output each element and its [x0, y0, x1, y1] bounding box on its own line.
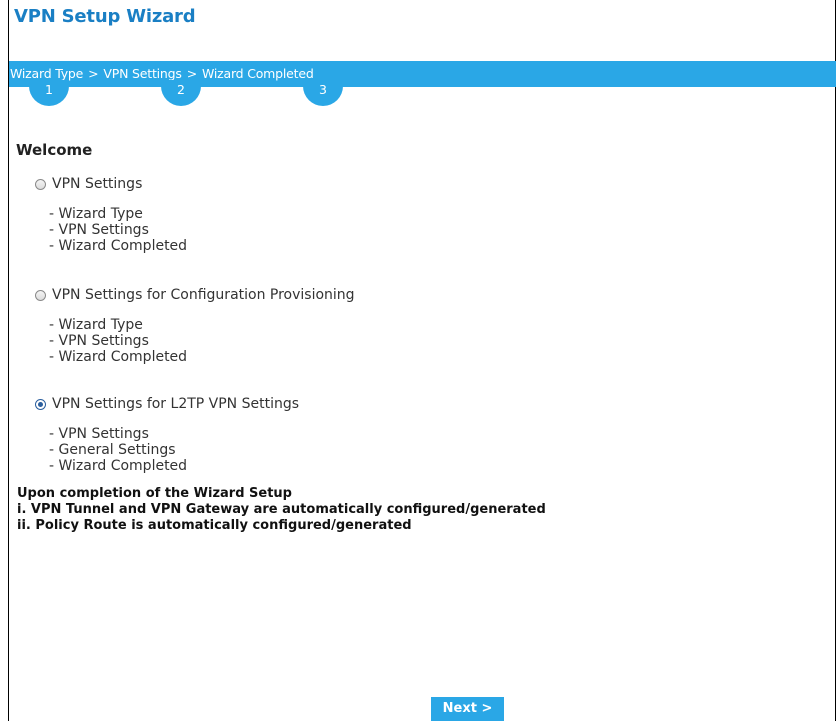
welcome-heading: Welcome	[16, 141, 93, 159]
substep-item: - General Settings	[49, 442, 176, 458]
step-label-wizard-type: Wizard Type	[10, 66, 84, 81]
wizard-step-bar: Wizard Type > VPN Settings > Wizard Complete…	[9, 61, 836, 87]
completion-notes: Upon completion of the Wizard Setup i. V…	[17, 486, 546, 534]
substep-item: - Wizard Completed	[49, 238, 188, 254]
radio-option-vpn-settings-l2tp[interactable]: VPN Settings for L2TP VPN Settings	[35, 396, 299, 412]
next-button[interactable]: Next >	[431, 697, 504, 721]
radio-button-vpn-settings-l2tp[interactable]	[35, 398, 46, 410]
radio-button-vpn-settings[interactable]	[35, 178, 46, 190]
radio-option-vpn-settings-config-provisioning[interactable]: VPN Settings for Configuration Provision…	[35, 287, 355, 303]
substep-item: - Wizard Completed	[49, 349, 188, 365]
substep-item: - VPN Settings	[49, 222, 149, 238]
completion-note-policy-route: ii. Policy Route is automatically config…	[17, 518, 412, 533]
step-number-1: 1	[29, 80, 69, 106]
wizard-breadcrumb: Wizard Type > VPN Settings > Wizard Complete…	[10, 66, 314, 81]
substep-item: - Wizard Completed	[49, 458, 188, 474]
substeps-vpn-settings-l2tp: - VPN Settings - General Settings - Wiza…	[49, 426, 187, 474]
completion-note-vpn-tunnel: i. VPN Tunnel and VPN Gateway are automa…	[17, 502, 546, 517]
radio-button-vpn-settings-config-provisioning[interactable]	[35, 289, 46, 301]
chevron-right-icon: >	[186, 66, 197, 81]
step-number-2: 2	[161, 80, 201, 106]
completion-heading: Upon completion of the Wizard Setup	[17, 486, 292, 501]
substep-item: - Wizard Type	[49, 317, 143, 333]
page-title: VPN Setup Wizard	[14, 6, 196, 27]
vpn-setup-wizard-window: VPN Setup Wizard Wizard Type > VPN Setting…	[8, 0, 836, 721]
radio-label-vpn-settings: VPN Settings	[52, 176, 143, 192]
step-label-wizard-completed: Wizard Completed	[201, 66, 314, 81]
radio-option-vpn-settings[interactable]: VPN Settings	[35, 176, 142, 192]
substeps-vpn-settings-config-provisioning: - Wizard Type - VPN Settings - Wizard Co…	[49, 317, 187, 365]
step-label-vpn-settings: VPN Settings	[103, 66, 182, 81]
chevron-right-icon: >	[88, 66, 99, 81]
radio-label-vpn-settings-l2tp: VPN Settings for L2TP VPN Settings	[52, 396, 300, 412]
substep-item: - VPN Settings	[49, 333, 149, 349]
radio-label-vpn-settings-config-provisioning: VPN Settings for Configuration Provision…	[52, 287, 355, 303]
step-number-3: 3	[303, 80, 343, 106]
substeps-vpn-settings: - Wizard Type - VPN Settings - Wizard Co…	[49, 206, 187, 254]
substep-item: - VPN Settings	[49, 426, 149, 442]
substep-item: - Wizard Type	[49, 206, 143, 222]
